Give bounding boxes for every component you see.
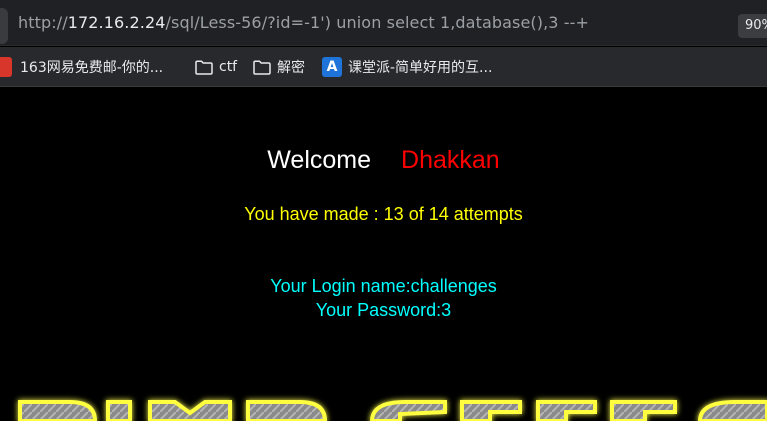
welcome-username: Dhakkan [401,146,500,174]
welcome-word: Welcome [267,146,372,174]
bookmark-ketangpai[interactable]: A 课堂派-简单好用的互... [322,47,492,87]
url-field[interactable]: http://172.16.2.24/sql/Less-56/?id=-1') … [18,13,589,32]
folder-icon [253,59,271,75]
back-button-edge[interactable] [0,8,8,44]
bookmark-label: 解密 [277,60,305,76]
bookmark-163-mail[interactable]: 163网易免费邮-你的... [0,47,163,87]
zoom-indicator[interactable]: 90% [738,14,767,38]
ketangpai-icon: A [322,57,342,77]
bookmark-folder-decode[interactable]: 解密 [253,47,305,87]
page-content: Welcome Dhakkan You have made : 13 of 14 … [0,88,767,421]
folder-icon [195,59,213,75]
banner-image [18,400,767,421]
password-text: Your Password:3 [315,300,452,320]
login-name-text: Your Login name:challenges [270,276,497,296]
mail-icon [0,57,12,77]
bookmarks-bar: 163网易免费邮-你的... ctf 解密 A 课堂派-简单好用的互... [0,47,767,87]
welcome-heading: Welcome Dhakkan [0,146,767,175]
url-host: 172.16.2.24 [67,13,166,32]
bookmark-label: 课堂派-简单好用的互... [348,60,493,76]
bookmark-label: 163网易免费邮-你的... [20,60,164,76]
url-prefix: http:// [18,13,68,32]
bookmark-folder-ctf[interactable]: ctf [195,47,237,87]
bookmark-label: ctf [219,59,238,75]
url-path: /sql/Less-56/?id=-1') union select 1,dat… [165,13,589,32]
attempts-counter: You have made : 13 of 14 attempts [244,204,523,224]
address-bar: http://172.16.2.24/sql/Less-56/?id=-1') … [0,0,767,46]
